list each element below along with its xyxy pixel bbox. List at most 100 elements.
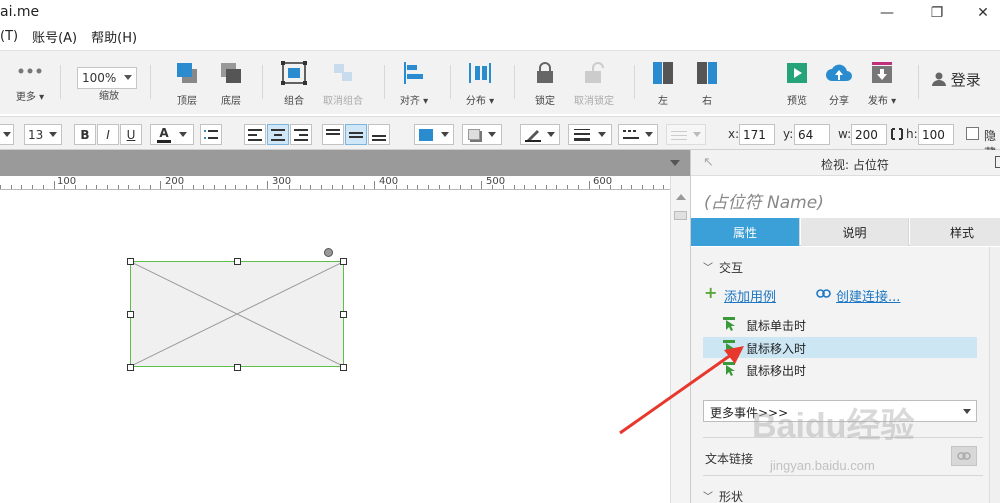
rotate-handle[interactable] — [324, 248, 333, 257]
chevron-down-icon — [645, 132, 653, 137]
canvas-vertical-scrollbar[interactable] — [670, 176, 690, 503]
bullet-list-button[interactable] — [200, 124, 222, 145]
login-button[interactable]: 登录 — [932, 69, 981, 90]
font-family-select[interactable] — [0, 124, 14, 145]
x-input[interactable]: 171 — [739, 124, 775, 145]
share-button[interactable]: 分享 — [824, 61, 854, 107]
ruler-tick — [160, 181, 161, 189]
create-link-link[interactable]: 创建连接... — [836, 286, 900, 305]
align-right-button[interactable] — [290, 124, 312, 145]
event-lightning-icon — [723, 340, 735, 354]
preview-button[interactable]: 预览 — [782, 61, 812, 107]
ruler-tick — [171, 185, 172, 189]
event-item-mouse-enter[interactable]: 鼠标移入时 — [703, 337, 977, 358]
chevron-down-icon — [178, 132, 187, 137]
lock-button[interactable]: 锁定 — [530, 61, 560, 107]
underline-button[interactable]: U — [120, 124, 142, 145]
add-case-link[interactable]: 添加用例 — [724, 286, 776, 305]
valign-middle-button[interactable] — [345, 124, 367, 145]
valign-top-button[interactable] — [322, 124, 344, 145]
zoom-select[interactable]: 100% — [77, 67, 137, 89]
left-panel-label: 左 — [658, 96, 668, 107]
resize-handle[interactable] — [234, 258, 241, 265]
menu-account[interactable]: 账号(A) — [32, 27, 77, 46]
text-link-button[interactable] — [951, 446, 977, 466]
y-input[interactable]: 64 — [794, 124, 830, 145]
font-size-select[interactable]: 13 — [24, 124, 62, 145]
align-center-button[interactable] — [267, 124, 289, 145]
unlock-button[interactable]: 取消锁定 — [572, 61, 616, 107]
arrow-out-icon[interactable]: ↖ — [703, 155, 714, 170]
event-label: 鼠标移入时 — [746, 342, 807, 356]
line-weight-picker[interactable] — [568, 124, 612, 145]
ruler-tick — [396, 185, 397, 189]
width-input[interactable]: 200 — [851, 124, 887, 145]
scroll-up-icon[interactable] — [676, 194, 686, 200]
arrow-style-picker[interactable] — [666, 124, 706, 145]
title-bar: ai.me — ❐ ✕ — [0, 0, 1000, 26]
arrow-style-icon — [671, 130, 687, 140]
collapse-chevron-icon[interactable]: ﹀ — [703, 259, 713, 274]
login-label: 登录 — [950, 71, 981, 89]
publish-button[interactable]: 发布 ▾ — [866, 61, 898, 107]
fill-color-picker[interactable] — [414, 124, 454, 145]
font-color-picker[interactable]: A — [150, 124, 194, 145]
minimize-icon: — — [880, 5, 894, 21]
toolbar-divider — [384, 65, 385, 99]
menu-help[interactable]: 帮助(H) — [91, 27, 137, 46]
align-button[interactable]: 对齐 ▾ — [398, 61, 430, 107]
line-style-picker[interactable] — [618, 124, 658, 145]
shape-section-title: 形状 — [719, 490, 744, 503]
tab-style[interactable]: 样式 — [910, 218, 1000, 246]
placeholder-widget[interactable] — [130, 261, 344, 367]
event-item-mouse-leave[interactable]: 鼠标移出时 — [703, 359, 977, 380]
minimize-button[interactable]: — — [864, 0, 910, 26]
distribute-button[interactable]: 分布 ▾ — [464, 61, 496, 107]
restore-button[interactable]: ❐ — [914, 0, 960, 26]
tab-notes[interactable]: 说明 — [801, 218, 909, 246]
close-button[interactable]: ✕ — [960, 0, 1000, 26]
inspector-scrollbar[interactable] — [989, 247, 1000, 503]
share-label: 分享 — [829, 96, 849, 107]
lock-ratio-icon[interactable] — [891, 128, 903, 140]
lock-icon — [537, 62, 553, 83]
top-layer-button[interactable]: 顶层 — [170, 61, 204, 107]
ruler-tick — [449, 185, 450, 189]
collapse-chevron-icon[interactable]: ﹀ — [703, 488, 713, 503]
valign-bottom-button[interactable] — [368, 124, 390, 145]
chevron-down-icon[interactable] — [670, 160, 680, 166]
shadow-picker[interactable] — [462, 124, 502, 145]
link-icon — [957, 452, 971, 460]
left-panel-button[interactable]: 左 — [650, 61, 676, 107]
bottom-layer-button[interactable]: 底层 — [214, 61, 248, 107]
resize-handle[interactable] — [127, 364, 134, 371]
resize-handle[interactable] — [234, 364, 241, 371]
resize-handle[interactable] — [127, 311, 134, 318]
italic-button[interactable]: I — [97, 124, 119, 145]
align-left-button[interactable] — [244, 124, 266, 145]
ruler-tick — [460, 185, 461, 189]
unlock-icon — [585, 62, 604, 83]
hide-checkbox[interactable] — [966, 127, 979, 140]
menu-tools[interactable]: (T) — [0, 29, 18, 44]
ruler-tick — [514, 185, 515, 189]
resize-handle[interactable] — [340, 311, 347, 318]
height-input[interactable]: 100 — [918, 124, 954, 145]
more-button[interactable]: 更多 ▾ — [14, 61, 46, 103]
resize-handle[interactable] — [340, 258, 347, 265]
ungroup-button[interactable]: 取消组合 — [320, 61, 366, 107]
group-button[interactable]: 组合 — [278, 61, 310, 107]
line-color-picker[interactable] — [520, 124, 560, 145]
event-item-click[interactable]: 鼠标单击时 — [703, 314, 977, 335]
resize-handle[interactable] — [127, 258, 134, 265]
chevron-down-icon — [693, 132, 701, 137]
ungroup-label: 取消组合 — [323, 96, 363, 107]
right-panel-button[interactable]: 右 — [694, 61, 720, 107]
ruler-tick — [289, 185, 290, 189]
resize-handle[interactable] — [340, 364, 347, 371]
tab-properties[interactable]: 属性 — [691, 218, 800, 246]
widget-name-field[interactable]: (占位符 Name) — [704, 188, 824, 213]
scroll-thumb[interactable] — [674, 211, 687, 220]
panel-toggle-icon[interactable] — [995, 156, 1000, 168]
bold-button[interactable]: B — [74, 124, 96, 145]
